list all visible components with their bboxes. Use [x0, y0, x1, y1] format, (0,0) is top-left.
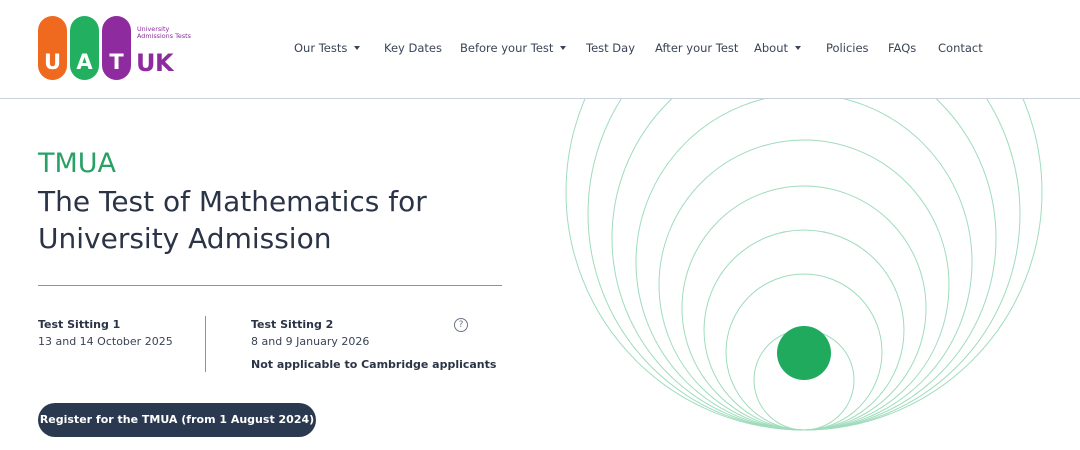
- test-sitting-2-note: Not applicable to Cambridge applicants: [251, 358, 497, 371]
- logo-letter-a: A: [76, 50, 93, 74]
- test-sitting-1-label: Test Sitting 1: [38, 318, 121, 331]
- nav-about[interactable]: About: [754, 41, 802, 55]
- nav-after-your-test[interactable]: After your Test: [655, 41, 738, 55]
- test-sitting-2-dates: 8 and 9 January 2026: [251, 335, 370, 348]
- nav-before-your-test[interactable]: Before your Test: [460, 41, 567, 55]
- chevron-down-icon: [354, 45, 361, 50]
- register-button[interactable]: Register for the TMUA (from 1 August 202…: [38, 403, 316, 437]
- uat-uk-logo[interactable]: U A T University Admissions Tests UK: [38, 16, 191, 80]
- ring-5: [658, 139, 950, 431]
- sitting-separator: [205, 316, 206, 372]
- ring-6: [635, 99, 973, 431]
- nav-our-tests[interactable]: Our Tests: [294, 41, 361, 55]
- green-dot: [777, 326, 831, 380]
- hero-divider: [38, 285, 502, 286]
- logo-letter-t: T: [109, 50, 124, 74]
- test-sitting-2: Test Sitting 2 8 and 9 January 2026: [251, 318, 369, 348]
- nav-contact[interactable]: Contact: [938, 41, 983, 55]
- page-title: The Test of Mathematics for University A…: [38, 185, 427, 255]
- logo-pill-t: T: [102, 16, 131, 80]
- nav-test-day-label: Test Day: [586, 41, 636, 55]
- nav-after-your-test-label: After your Test: [655, 41, 739, 55]
- nav-key-dates-label: Key Dates: [384, 41, 442, 55]
- ring-9: [565, 99, 1043, 431]
- nav-contact-label: Contact: [938, 41, 983, 55]
- site-header: U A T University Admissions Tests UK Our…: [0, 0, 1080, 99]
- test-sitting-1: Test Sitting 1 13 and 14 October 2025: [38, 318, 173, 348]
- ring-7: [611, 99, 997, 431]
- test-sitting-1-dates: 13 and 14 October 2025: [38, 335, 173, 348]
- nav-key-dates[interactable]: Key Dates: [384, 41, 442, 55]
- nav-our-tests-label: Our Tests: [294, 41, 348, 55]
- logo-pill-u: U: [38, 16, 67, 80]
- logo-uk: UK: [136, 49, 174, 77]
- logo-subtitle: University Admissions Tests: [137, 25, 191, 40]
- ring-4: [681, 185, 927, 431]
- nav-policies[interactable]: Policies: [826, 41, 869, 55]
- test-sitting-2-label: Test Sitting 2: [251, 318, 334, 331]
- nav-test-day[interactable]: Test Day: [586, 41, 635, 55]
- logo-letter-u: U: [43, 50, 62, 74]
- nav-before-your-test-label: Before your Test: [460, 41, 554, 55]
- nav-faqs[interactable]: FAQs: [888, 41, 916, 55]
- nav-faqs-label: FAQs: [888, 41, 917, 55]
- ring-8: [587, 99, 1021, 431]
- logo-pill-a: A: [70, 16, 99, 80]
- help-icon[interactable]: ?: [454, 318, 468, 332]
- chevron-down-icon: [560, 45, 567, 50]
- hero-eyebrow: TMUA: [38, 148, 117, 179]
- chevron-down-icon: [795, 45, 802, 50]
- concentric-circles-graphic: [565, 99, 1043, 431]
- nav-about-label: About: [754, 41, 789, 55]
- nav-policies-label: Policies: [826, 41, 869, 55]
